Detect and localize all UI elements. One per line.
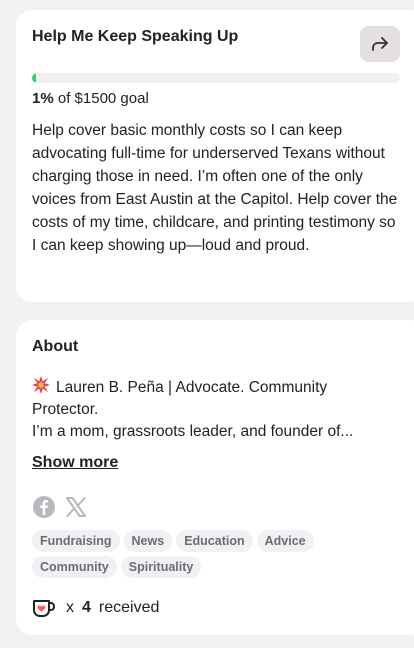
goal-card: Help Me Keep Speaking Up 1% of $1500 goa… [16, 10, 414, 302]
kofi-cup-icon [33, 600, 56, 617]
goal-progress-text: 1% of $1500 goal [32, 90, 149, 107]
tag-advice[interactable]: Advice [256, 530, 314, 552]
about-text: Lauren B. Peña | Advocate. Community Pro… [32, 376, 392, 443]
received-label: received [98, 599, 160, 616]
received-count: x 4 received [32, 598, 159, 618]
collision-burst-icon [32, 376, 50, 394]
facebook-icon[interactable] [32, 495, 56, 519]
goal-description: Help cover basic monthly costs so I can … [32, 122, 398, 254]
tag-education[interactable]: Education [176, 530, 253, 552]
tag-list: Fundraising News Education Advice Community S… [32, 530, 362, 582]
show-more-link[interactable]: Show more [32, 454, 118, 472]
tag-community[interactable]: Community [32, 556, 117, 578]
tag-spirituality[interactable]: Spirituality [120, 556, 202, 578]
goal-title: Help Me Keep Speaking Up [32, 28, 239, 45]
received-multiplier: x [66, 599, 74, 616]
about-line-2: I’m a mom, grassroots leader, and founde… [32, 423, 354, 440]
about-card: About Lauren B. Peña | Advocate. Communi… [16, 320, 414, 635]
x-icon[interactable] [64, 495, 88, 519]
about-line-1: Lauren B. Peña | Advocate. Community Pro… [32, 379, 328, 418]
received-number: 4 [82, 599, 91, 616]
goal-percent: 1% [32, 90, 54, 107]
share-arrow-icon [372, 37, 388, 51]
goal-amount: of $1500 goal [57, 90, 149, 107]
tag-fundraising[interactable]: Fundraising [32, 530, 120, 552]
tag-news[interactable]: News [123, 530, 173, 552]
about-title: About [32, 338, 79, 355]
progress-fill [32, 73, 36, 83]
progress-bar [32, 73, 400, 83]
share-button[interactable] [360, 26, 400, 62]
